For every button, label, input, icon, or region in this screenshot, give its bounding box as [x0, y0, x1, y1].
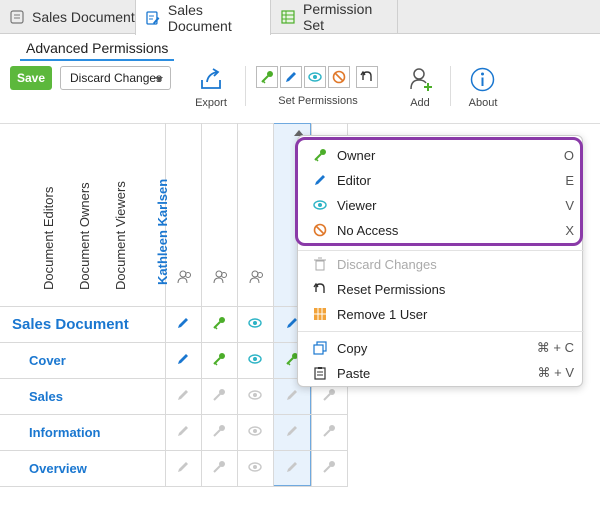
- menu-item-label: Reset Permissions: [337, 281, 446, 297]
- key-icon[interactable]: [212, 388, 226, 402]
- ribbon-divider: [245, 66, 246, 106]
- tab-label: Sales Document: [32, 9, 135, 25]
- grid-line: [0, 306, 348, 307]
- tab-permission-set[interactable]: Permission Set: [271, 0, 398, 34]
- set-permissions-label: Set Permissions: [278, 95, 358, 107]
- menu-item-label: Discard Changes: [337, 256, 437, 272]
- undo-icon: [360, 70, 372, 81]
- copy-icon: [313, 341, 327, 355]
- pencil-icon[interactable]: [176, 316, 190, 330]
- clipboard-icon: [314, 367, 326, 380]
- no-access-icon: [332, 70, 346, 84]
- key-icon: [261, 71, 273, 84]
- key-icon[interactable]: [322, 388, 336, 402]
- key-icon[interactable]: [322, 460, 336, 474]
- menu-item-reset-permissions[interactable]: Reset Permissions: [298, 278, 584, 300]
- discard-changes-dropdown[interactable]: Discard Changes: [60, 66, 171, 90]
- menu-divider: [298, 250, 584, 251]
- grid-line: [273, 123, 274, 486]
- key-icon[interactable]: [212, 460, 226, 474]
- menu-item-label: Remove 1 User: [337, 306, 428, 322]
- spreadsheet-icon: [281, 10, 295, 24]
- tab-label: Permission Set: [302, 1, 373, 33]
- menu-item-paste[interactable]: Paste ⌘ + V: [298, 362, 584, 384]
- grid-line: [0, 450, 348, 451]
- set-no-access-button[interactable]: [328, 66, 350, 88]
- pencil-icon[interactable]: [285, 388, 299, 402]
- key-icon[interactable]: [212, 424, 226, 438]
- menu-item-label: Paste: [337, 365, 371, 381]
- ribbon-divider: [450, 66, 451, 106]
- pencil-icon[interactable]: [176, 460, 190, 474]
- row-label-information[interactable]: Information: [29, 425, 101, 440]
- edit-document-icon: [146, 10, 160, 25]
- column-header-label: Document Owners: [77, 182, 92, 290]
- pencil-icon[interactable]: [285, 424, 299, 438]
- export-label: Export: [195, 97, 227, 109]
- row-label-sales[interactable]: Sales: [29, 389, 63, 404]
- set-owner-button[interactable]: [256, 66, 278, 88]
- menu-item-remove-user[interactable]: Remove 1 User: [298, 303, 584, 325]
- add-user-icon[interactable]: [408, 66, 434, 92]
- eye-icon[interactable]: [248, 424, 262, 438]
- column-header-label: Document Viewers: [113, 181, 128, 290]
- menu-highlight-outline: [295, 137, 583, 246]
- grid-line: [165, 123, 166, 486]
- row-label-overview[interactable]: Overview: [29, 461, 87, 476]
- chevron-down-icon: [155, 77, 163, 82]
- column-header-kathleen-karlsen[interactable]: Kathleen Karlsen: [155, 179, 300, 285]
- grid-line: [0, 486, 348, 487]
- eye-icon[interactable]: [248, 352, 262, 366]
- eye-icon: [308, 72, 322, 82]
- add-label: Add: [410, 97, 430, 109]
- undo-icon: [313, 282, 325, 293]
- eye-icon[interactable]: [248, 316, 262, 330]
- reset-permissions-button[interactable]: [356, 66, 378, 88]
- eye-icon[interactable]: [248, 388, 262, 402]
- pencil-icon[interactable]: [176, 388, 190, 402]
- eye-icon[interactable]: [248, 460, 262, 474]
- grid-line: [0, 414, 348, 415]
- pencil-icon[interactable]: [176, 352, 190, 366]
- row-label-sales-document[interactable]: Sales Document: [12, 316, 129, 333]
- pencil-icon: [286, 72, 296, 82]
- grid-line: [237, 123, 238, 486]
- pencil-icon[interactable]: [176, 424, 190, 438]
- tab-sales-document-1[interactable]: Sales Document: [0, 0, 136, 34]
- list-icon: [10, 10, 24, 24]
- grid-line: [0, 378, 348, 379]
- column-header-label: Document Editors: [41, 186, 56, 290]
- key-icon[interactable]: [212, 352, 226, 366]
- key-icon[interactable]: [322, 424, 336, 438]
- menu-item-label: Copy: [337, 340, 368, 356]
- menu-item-shortcut: ⌘ + V: [537, 365, 575, 380]
- row-label-cover[interactable]: Cover: [29, 353, 66, 368]
- export-icon[interactable]: [198, 66, 224, 92]
- column-header-label: Kathleen Karlsen: [155, 178, 170, 285]
- trash-icon: [314, 257, 326, 271]
- remove-columns-icon: [314, 308, 326, 320]
- pencil-icon[interactable]: [285, 460, 299, 474]
- info-icon[interactable]: [470, 67, 495, 92]
- set-viewer-button[interactable]: [304, 66, 326, 88]
- key-icon[interactable]: [212, 316, 226, 330]
- discard-changes-label: Discard Changes: [70, 71, 163, 85]
- menu-item-discard-changes[interactable]: Discard Changes: [298, 253, 584, 275]
- menu-item-shortcut: ⌘ + C: [536, 340, 574, 355]
- grid-line: [201, 123, 202, 486]
- tab-bar: Sales Document Sales Document Permission…: [0, 0, 600, 35]
- ribbon-tab-advanced-permissions[interactable]: Advanced Permissions: [20, 40, 175, 61]
- grid-line: [0, 342, 348, 343]
- set-editor-button[interactable]: [280, 66, 302, 88]
- tab-sales-document-2[interactable]: Sales Document: [135, 0, 271, 35]
- tab-label: Sales Document: [167, 1, 232, 34]
- save-button[interactable]: Save: [10, 66, 52, 90]
- menu-item-copy[interactable]: Copy ⌘ + C: [298, 337, 584, 359]
- menu-divider: [298, 331, 584, 332]
- about-label: About: [468, 97, 498, 109]
